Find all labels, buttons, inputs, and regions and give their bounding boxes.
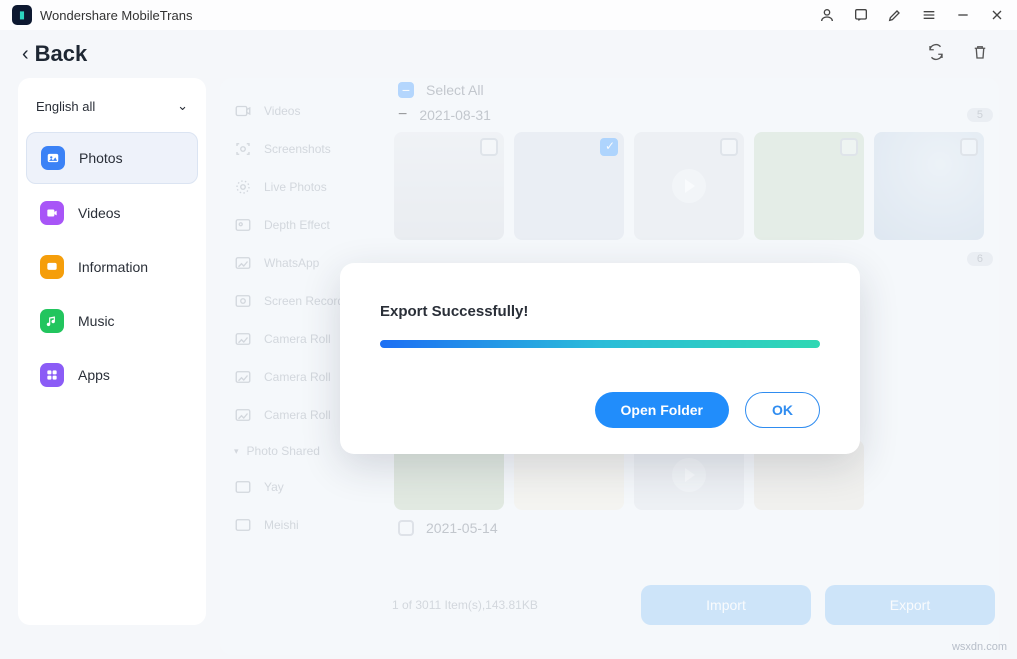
language-label: English all [36, 99, 95, 114]
language-selector[interactable]: English all ⌄ [26, 92, 198, 128]
date-group-checkbox[interactable]: − [398, 106, 407, 124]
sidebar-item-photos[interactable]: Photos [26, 132, 198, 184]
source-item-meishi[interactable]: Meishi [218, 506, 388, 544]
thumbnail-checkbox[interactable] [600, 138, 618, 156]
select-all-label: Select All [426, 82, 484, 98]
source-item-videos[interactable]: Videos [218, 92, 388, 130]
thumbnail[interactable] [754, 132, 864, 240]
thumbnail-checkbox[interactable] [840, 138, 858, 156]
sidebar-item-label: Music [78, 313, 115, 329]
edit-icon[interactable] [887, 7, 903, 23]
date-count-badge: 5 [967, 108, 993, 122]
sidebar-item-label: Apps [78, 367, 110, 383]
account-icon[interactable] [819, 7, 835, 23]
apps-icon [40, 363, 64, 387]
thumbnail-checkbox[interactable] [480, 138, 498, 156]
back-button[interactable]: ‹ Back [22, 41, 87, 67]
minimize-icon[interactable] [955, 7, 971, 23]
back-label: Back [35, 41, 88, 67]
status-text: 1 of 3011 Item(s),143.81KB [392, 598, 538, 612]
back-header: ‹ Back [0, 30, 1017, 78]
information-icon [40, 255, 64, 279]
sidebar-item-music[interactable]: Music [26, 296, 198, 346]
sidebar-item-label: Photos [79, 150, 123, 166]
title-bar: ▮ Wondershare MobileTrans [0, 0, 1017, 30]
sidebar-item-label: Information [78, 259, 148, 275]
chevron-down-icon: ⌄ [177, 98, 188, 114]
date-group-checkbox[interactable] [398, 520, 414, 536]
source-item-livephotos[interactable]: Live Photos [218, 168, 388, 206]
thumbnail-checkbox[interactable] [720, 138, 738, 156]
source-item-yay[interactable]: Yay [218, 468, 388, 506]
sidebar-item-label: Videos [78, 205, 121, 221]
videos-icon [40, 201, 64, 225]
chevron-left-icon: ‹ [22, 43, 29, 66]
music-icon [40, 309, 64, 333]
date-label: 2021-05-14 [426, 520, 498, 536]
import-button[interactable]: Import [641, 585, 811, 625]
watermark: wsxdn.com [952, 641, 1007, 653]
refresh-icon[interactable] [927, 43, 945, 66]
select-all-checkbox[interactable]: − [398, 82, 414, 98]
sidebar-item-information[interactable]: Information [26, 242, 198, 292]
thumbnail-video[interactable] [634, 132, 744, 240]
date-label: 2021-08-31 [419, 107, 491, 123]
source-item-screenshots[interactable]: Screenshots [218, 130, 388, 168]
category-sidebar: English all ⌄ Photos Videos Information … [18, 78, 206, 625]
photos-icon [41, 146, 65, 170]
ok-button[interactable]: OK [745, 392, 820, 428]
source-item-deptheffect[interactable]: Depth Effect [218, 206, 388, 244]
app-logo: ▮ [12, 5, 32, 25]
export-success-modal: Export Successfully! Open Folder OK [340, 263, 860, 454]
delete-icon[interactable] [971, 43, 989, 66]
date-count-badge: 6 [967, 252, 993, 266]
app-title: Wondershare MobileTrans [40, 8, 192, 23]
sidebar-item-apps[interactable]: Apps [26, 350, 198, 400]
feedback-icon[interactable] [853, 7, 869, 23]
menu-icon[interactable] [921, 7, 937, 23]
thumbnail[interactable] [514, 132, 624, 240]
export-button[interactable]: Export [825, 585, 995, 625]
thumbnail-checkbox[interactable] [960, 138, 978, 156]
open-folder-button[interactable]: Open Folder [595, 392, 729, 428]
sidebar-item-videos[interactable]: Videos [26, 188, 198, 238]
modal-title: Export Successfully! [380, 303, 820, 320]
thumbnail[interactable] [874, 132, 984, 240]
close-icon[interactable] [989, 7, 1005, 23]
progress-bar [380, 340, 820, 348]
thumbnail[interactable] [394, 132, 504, 240]
